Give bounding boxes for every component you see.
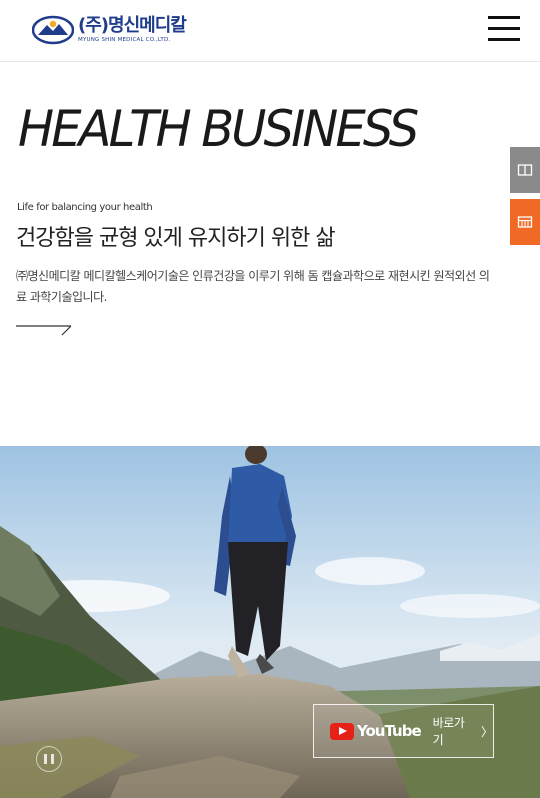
youtube-go-label: 바로가기 <box>432 716 465 747</box>
site-header: (주)명신메디칼 MYUNG SHIN MEDICAL CO.,LTD. <box>0 0 540 62</box>
pause-icon-bar <box>44 754 47 764</box>
page-headline: HEALTH BUSINESS <box>18 100 419 158</box>
company-logo[interactable]: (주)명신메디칼 MYUNG SHIN MEDICAL CO.,LTD. <box>32 14 187 46</box>
more-arrow-icon[interactable] <box>16 322 74 336</box>
pause-icon-bar <box>51 754 54 764</box>
hamburger-icon-bar <box>488 38 520 41</box>
hamburger-icon-bar <box>488 27 520 30</box>
building-icon <box>517 216 533 228</box>
youtube-play-icon <box>330 722 354 740</box>
logo-name: (주)명신메디칼 <box>78 14 187 36</box>
youtube-button[interactable]: YouTube 바로가기 〉 <box>313 704 494 758</box>
hamburger-icon-bar <box>488 16 520 19</box>
book-icon <box>517 164 533 176</box>
side-tab-book[interactable] <box>510 147 540 193</box>
subheading: 건강함을 균형 있게 유지하기 위한 삶 <box>16 226 336 251</box>
logo-sub: MYUNG SHIN MEDICAL CO.,LTD. <box>78 36 171 43</box>
menu-button[interactable] <box>488 16 520 42</box>
pause-button[interactable] <box>36 746 62 772</box>
logo-text: (주)명신메디칼 MYUNG SHIN MEDICAL CO.,LTD. <box>78 14 187 44</box>
kicker-text: Life for balancing your health <box>17 202 153 213</box>
side-tab-building[interactable] <box>510 199 540 245</box>
youtube-wordmark: YouTube <box>357 722 422 740</box>
chevron-right-icon: 〉 <box>480 724 493 739</box>
logo-mark-icon <box>32 15 74 45</box>
youtube-logo: YouTube <box>330 722 422 740</box>
description-text: ㈜명신메디칼 메디칼헬스케어기술은 인류건강을 이루기 위해 돔 캡슐과학으로 … <box>16 269 490 304</box>
